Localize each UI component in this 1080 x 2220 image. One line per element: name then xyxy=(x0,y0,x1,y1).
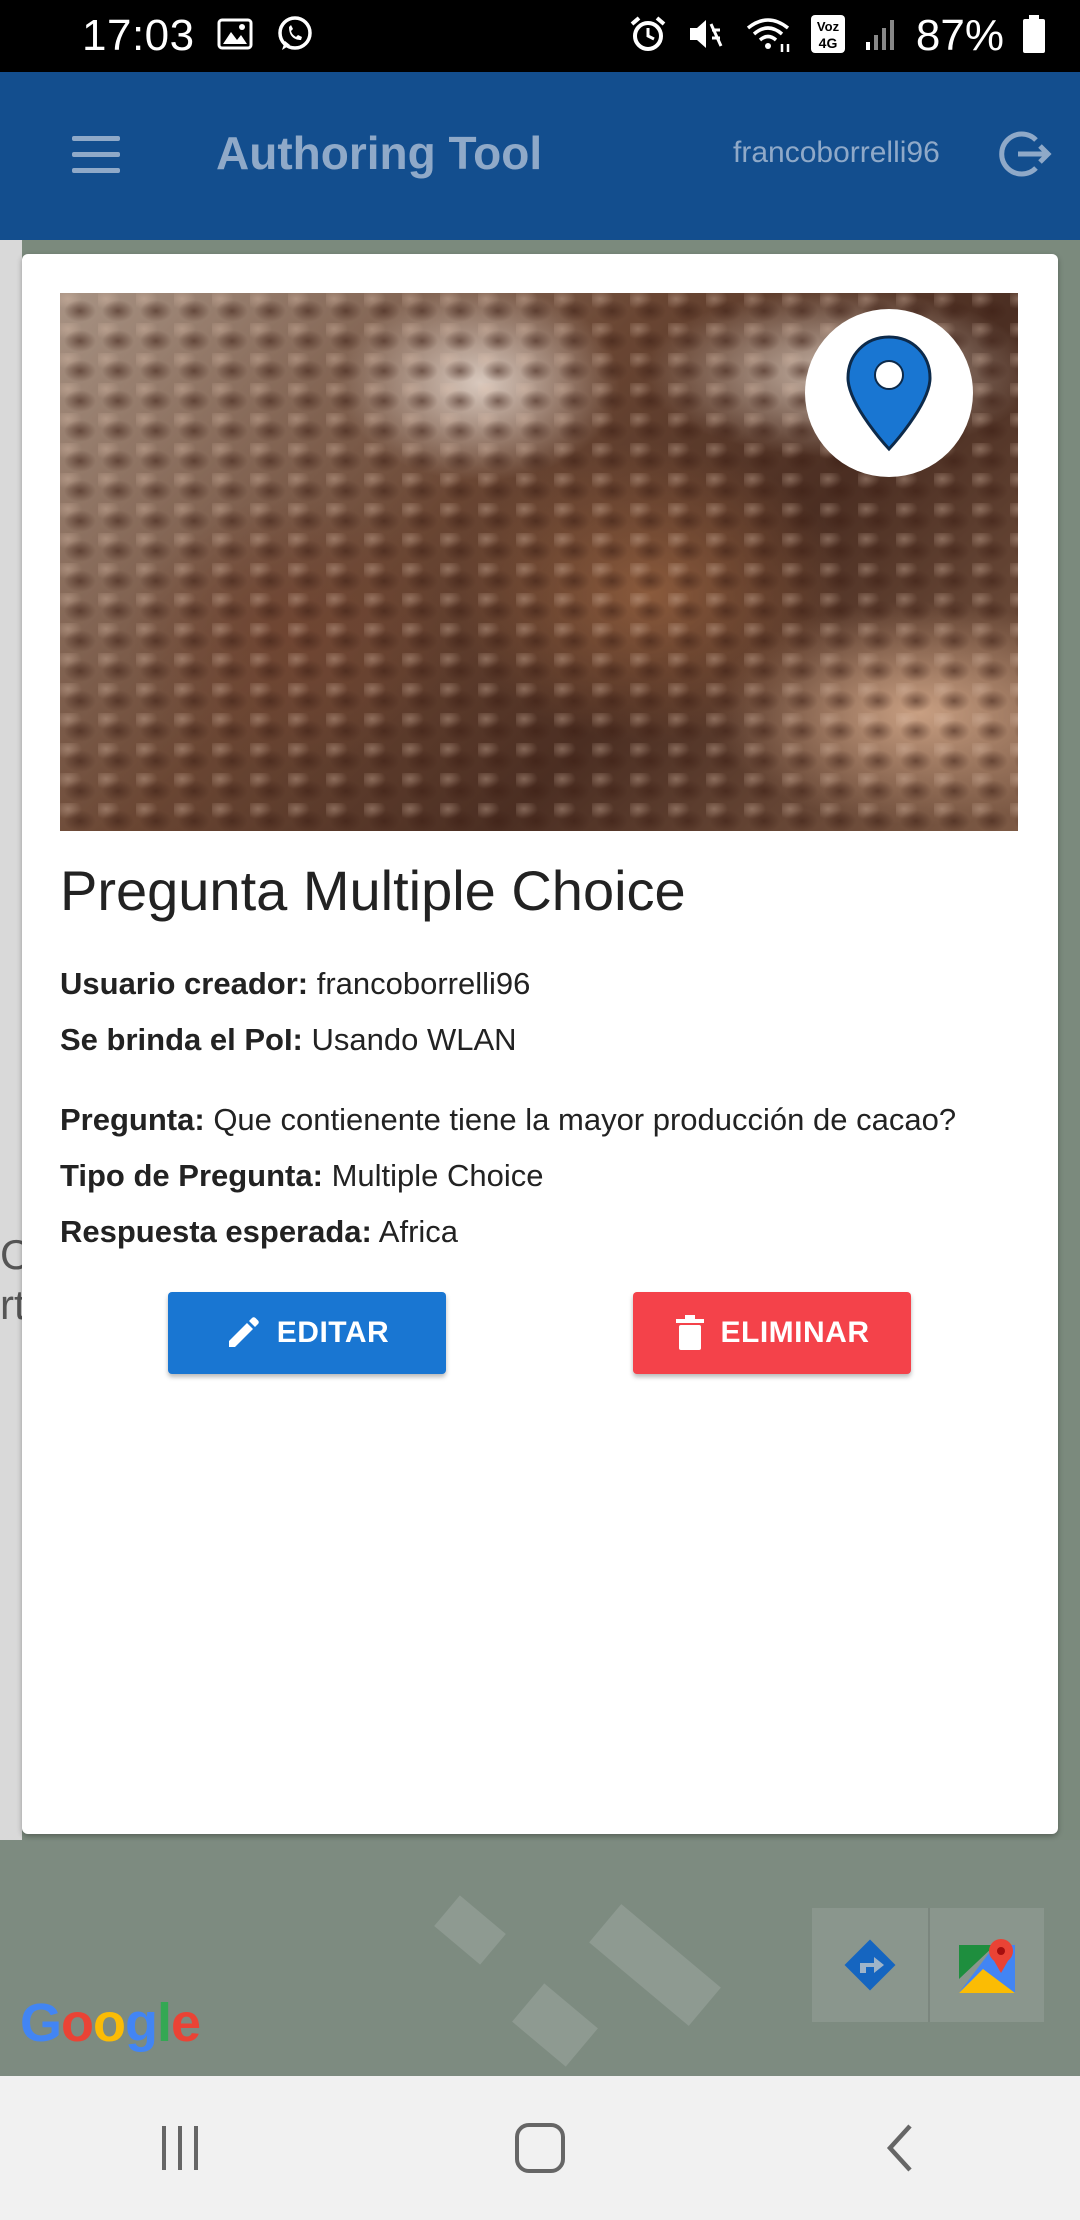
wifi-icon xyxy=(744,14,792,59)
creator-field: Usuario creador: francoborrelli96 xyxy=(60,966,530,1002)
question-type-field: Tipo de Pregunta: Multiple Choice xyxy=(60,1158,544,1194)
battery-percentage: 87% xyxy=(915,11,1004,60)
poi-field: Se brinda el PoI: Usando WLAN xyxy=(60,1022,517,1058)
home-icon[interactable] xyxy=(480,2098,600,2198)
battery-icon xyxy=(1022,14,1046,59)
pencil-icon xyxy=(228,1317,259,1347)
delete-button[interactable]: ELIMINAR xyxy=(633,1292,911,1374)
whatsapp-icon xyxy=(275,14,315,59)
field-value: francoborrelli96 xyxy=(316,966,531,1001)
logout-icon[interactable] xyxy=(996,126,1052,182)
recents-icon[interactable] xyxy=(120,2098,240,2198)
field-value: Usando WLAN xyxy=(311,1022,517,1057)
map-land-area xyxy=(0,240,22,1840)
field-value: Africa xyxy=(378,1214,459,1249)
question-title: Pregunta Multiple Choice xyxy=(60,859,686,922)
expected-answer-field: Respuesta esperada: Africa xyxy=(60,1214,458,1250)
signal-icon xyxy=(864,16,898,57)
question-card: Pregunta Multiple Choice Usuario creador… xyxy=(22,254,1058,1834)
field-label: Tipo de Pregunta: xyxy=(60,1158,323,1193)
app-title: Authoring Tool xyxy=(216,127,543,179)
field-value: Multiple Choice xyxy=(331,1158,544,1193)
edit-button-label: EDITAR xyxy=(276,1316,390,1349)
field-label: Pregunta: xyxy=(60,1102,205,1137)
trash-icon xyxy=(675,1315,704,1350)
google-maps-icon[interactable] xyxy=(928,1908,1044,2022)
alarm-icon xyxy=(628,14,668,59)
map-toolbar xyxy=(812,1908,1044,2022)
volte-icon: Voz 4G xyxy=(810,14,846,59)
location-pin-icon xyxy=(846,335,932,452)
location-pin-button[interactable] xyxy=(805,309,973,477)
menu-icon[interactable] xyxy=(72,136,120,176)
field-label: Usuario creador: xyxy=(60,966,309,1001)
system-navigation-bar xyxy=(0,2076,1080,2220)
delete-button-label: ELIMINAR xyxy=(720,1316,870,1349)
svg-text:Voz: Voz xyxy=(817,19,840,34)
status-time: 17:03 xyxy=(82,11,195,60)
gallery-icon xyxy=(217,18,253,55)
back-icon[interactable] xyxy=(840,2098,960,2198)
app-bar: Authoring Tool francoborrelli96 xyxy=(0,72,1080,240)
field-label: Se brinda el PoI: xyxy=(60,1022,303,1057)
directions-icon[interactable] xyxy=(812,1908,928,2022)
app-username: francoborrelli96 xyxy=(733,136,940,169)
svg-text:4G: 4G xyxy=(819,35,838,51)
question-field: Pregunta: Que contienente tiene la mayor… xyxy=(60,1102,956,1138)
field-label: Respuesta esperada: xyxy=(60,1214,372,1249)
mute-icon xyxy=(686,14,726,59)
field-value: Que contienente tiene la mayor producció… xyxy=(213,1102,957,1137)
status-bar: 17:03 Voz 4G 87% xyxy=(0,0,1080,72)
google-logo: Google xyxy=(20,1993,201,2053)
edit-button[interactable]: EDITAR xyxy=(168,1292,446,1374)
